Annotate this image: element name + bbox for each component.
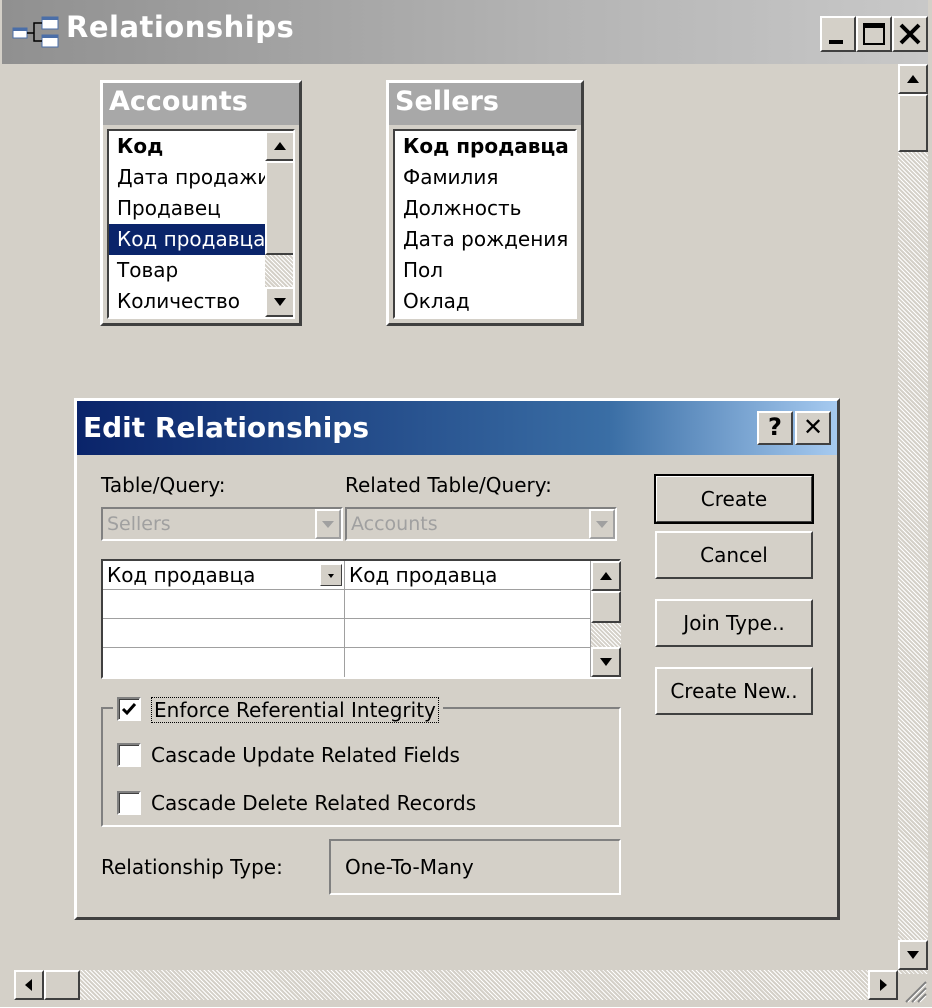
scroll-thumb[interactable]	[265, 161, 293, 255]
scroll-up-button[interactable]	[265, 131, 293, 161]
scroll-left-button[interactable]	[14, 970, 44, 1000]
scroll-down-button[interactable]	[265, 287, 293, 317]
close-icon: ✕	[802, 413, 824, 441]
cascade-delete-label[interactable]: Cascade Delete Related Records	[151, 791, 476, 815]
sellers-table-window[interactable]: Sellers Код продавца Фамилия Должность Д…	[386, 80, 584, 326]
join-right-field-cell[interactable]	[345, 619, 591, 648]
cell-dropdown-button[interactable]	[320, 564, 342, 586]
maximize-icon	[863, 23, 885, 45]
related-table-query-value: Accounts	[351, 513, 438, 535]
cascade-delete-checkbox[interactable]	[117, 791, 141, 815]
minimize-button[interactable]	[820, 16, 856, 52]
list-item[interactable]: Фамилия	[395, 162, 575, 193]
relationship-type-value: One-To-Many	[329, 839, 621, 895]
cascade-update-label[interactable]: Cascade Update Related Fields	[151, 743, 460, 767]
accounts-table-window[interactable]: Accounts Код Дата продажи Продавец Код п…	[100, 80, 302, 326]
arrow-down-icon	[274, 298, 286, 306]
scroll-thumb[interactable]	[898, 94, 928, 152]
table-query-value: Sellers	[107, 513, 171, 535]
enforce-integrity-checkbox[interactable]	[117, 697, 141, 721]
arrow-up-icon	[907, 75, 919, 83]
window-title: Relationships	[66, 10, 295, 44]
join-fields-grid[interactable]: Код продавца Код продавца	[101, 559, 621, 679]
close-button[interactable]	[892, 16, 928, 52]
join-right-field-cell[interactable]	[345, 590, 591, 619]
dialog-title-bar[interactable]: Edit Relationships ? ✕	[77, 401, 837, 455]
relationship-type-label: Relationship Type:	[101, 855, 283, 879]
list-item[interactable]: Дата рождения	[395, 224, 575, 255]
create-new-button[interactable]: Create New..	[655, 667, 813, 715]
maximize-button[interactable]	[856, 16, 892, 52]
close-icon	[899, 23, 921, 45]
join-left-field-cell[interactable]	[103, 590, 345, 619]
list-item[interactable]: Оклад	[395, 286, 575, 317]
resize-grip[interactable]	[898, 974, 928, 1004]
sellers-table-title[interactable]: Sellers	[389, 83, 581, 125]
list-item-selected[interactable]: Код продавца	[109, 224, 265, 255]
list-item[interactable]: Код продавца	[395, 131, 575, 162]
chevron-down-icon	[328, 574, 334, 578]
help-icon: ?	[768, 413, 782, 441]
chevron-down-icon	[596, 521, 608, 528]
relationships-app-icon	[12, 16, 59, 48]
arrow-down-icon	[600, 658, 612, 666]
sellers-field-list[interactable]: Код продавца Фамилия Должность Дата рожд…	[393, 129, 577, 319]
window-title-bar[interactable]: Relationships	[2, 0, 928, 64]
accounts-scrollbar[interactable]	[265, 131, 293, 317]
arrow-up-icon	[600, 572, 612, 580]
join-grid-scrollbar[interactable]	[591, 561, 621, 677]
resize-grip-icon	[905, 981, 927, 1003]
scroll-up-button[interactable]	[898, 64, 928, 94]
scroll-thumb[interactable]	[591, 591, 621, 623]
horizontal-scrollbar[interactable]	[14, 970, 898, 1000]
vertical-scrollbar[interactable]	[898, 64, 928, 974]
join-type-button[interactable]: Join Type..	[655, 599, 813, 647]
table-query-label: Table/Query:	[101, 473, 226, 497]
checkmark-icon	[121, 703, 137, 716]
related-table-query-combo: Accounts	[345, 507, 617, 541]
dialog-title: Edit Relationships	[83, 411, 370, 444]
scroll-down-button[interactable]	[898, 940, 928, 970]
related-table-query-label: Related Table/Query:	[345, 473, 552, 497]
scroll-right-button[interactable]	[868, 970, 898, 1000]
enforce-integrity-label[interactable]: Enforce Referential Integrity	[151, 697, 439, 723]
chevron-down-icon	[322, 521, 334, 528]
cancel-button[interactable]: Cancel	[655, 531, 813, 579]
arrow-right-icon	[880, 979, 887, 991]
relationships-window: Relationships Accounts Код Дата продажи …	[0, 0, 932, 1007]
join-left-field-cell[interactable]	[103, 619, 345, 648]
edit-relationships-dialog: Edit Relationships ? ✕ Table/Query: Rela…	[74, 398, 840, 920]
accounts-table-title[interactable]: Accounts	[103, 83, 299, 125]
create-button[interactable]: Create	[654, 474, 814, 524]
scroll-up-button[interactable]	[591, 561, 621, 591]
join-left-field-cell[interactable]	[103, 648, 345, 677]
combo-dropdown-button	[315, 509, 341, 539]
help-button[interactable]: ?	[757, 411, 793, 445]
table-query-combo: Sellers	[101, 507, 343, 541]
accounts-field-list[interactable]: Код Дата продажи Продавец Код продавца Т…	[107, 129, 295, 319]
arrow-down-icon	[907, 951, 919, 959]
list-item[interactable]: Должность	[395, 193, 575, 224]
join-right-field-cell[interactable]	[345, 648, 591, 677]
arrow-up-icon	[274, 142, 286, 150]
combo-dropdown-button	[589, 509, 615, 539]
join-right-field-cell[interactable]: Код продавца	[345, 561, 591, 590]
minimize-icon	[829, 40, 843, 44]
list-item[interactable]: Пол	[395, 255, 575, 286]
scroll-thumb[interactable]	[44, 970, 80, 1000]
cascade-update-checkbox[interactable]	[117, 743, 141, 767]
join-left-field-cell[interactable]: Код продавца	[103, 561, 345, 590]
arrow-left-icon	[25, 979, 32, 991]
dialog-close-button[interactable]: ✕	[795, 411, 831, 445]
join-left-field-value: Код продавца	[107, 563, 256, 587]
scroll-down-button[interactable]	[591, 647, 621, 677]
